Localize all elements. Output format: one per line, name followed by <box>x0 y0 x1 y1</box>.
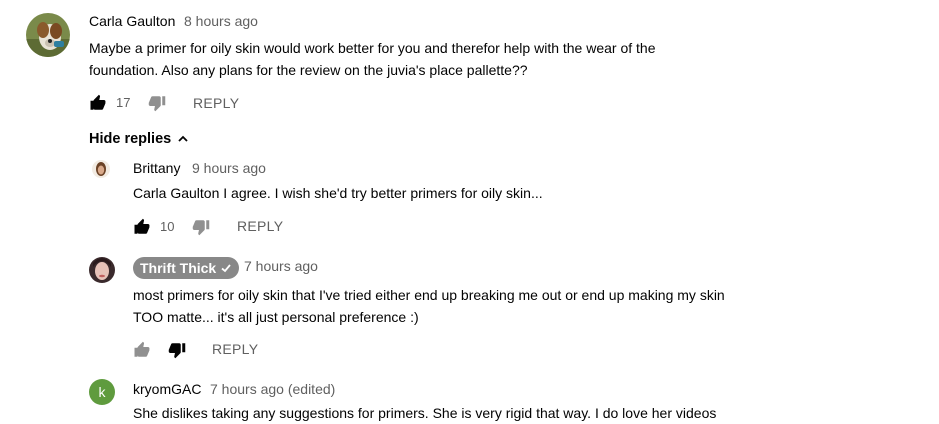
comment-timestamp[interactable]: 8 hours ago <box>184 13 258 29</box>
comment-text-line1: Maybe a primer for oily skin would work … <box>89 40 656 56</box>
reply-button[interactable]: REPLY <box>193 95 239 111</box>
reply-timestamp[interactable]: 7 hours ago <box>244 258 318 274</box>
like-count: 17 <box>116 95 131 110</box>
reply-timestamp[interactable]: 9 hours ago <box>192 160 266 176</box>
chevron-up-icon <box>178 135 188 142</box>
comment-text-line2: foundation. Also any plans for the revie… <box>89 62 528 78</box>
comment-author[interactable]: Carla Gaulton <box>89 13 175 29</box>
thumbs-up-icon[interactable] <box>89 94 107 112</box>
thumbs-up-icon[interactable] <box>133 341 151 359</box>
reply-text-line1: most primers for oily skin that I've tri… <box>133 287 725 303</box>
channel-owner-badge[interactable]: Thrift Thick <box>133 257 240 279</box>
like-count: 10 <box>160 219 175 234</box>
hide-replies-label: Hide replies <box>89 131 172 147</box>
avatar[interactable] <box>26 13 70 57</box>
hide-replies-button[interactable]: Hide replies <box>89 131 189 147</box>
avatar-letter: k <box>98 384 106 400</box>
reply-button[interactable]: REPLY <box>237 218 283 234</box>
avatar-photo-image <box>89 257 115 283</box>
thumbs-down-icon[interactable] <box>148 94 166 112</box>
reply-author[interactable]: Brittany <box>133 160 180 176</box>
reply-author: Thrift Thick <box>140 260 217 276</box>
reply-text: Carla Gaulton I agree. I wish she'd try … <box>133 185 543 201</box>
reply-text-line1: She dislikes taking any suggestions for … <box>133 405 717 421</box>
reply-avatar[interactable] <box>92 160 110 178</box>
reply-text-line2: TOO matte... it's all just personal pref… <box>133 309 419 325</box>
reply-button[interactable]: REPLY <box>212 341 258 357</box>
reply-avatar[interactable]: k <box>89 379 115 405</box>
avatar-dog-image <box>26 13 70 57</box>
reply-avatar[interactable] <box>89 257 115 283</box>
avatar-photo-image <box>92 160 110 178</box>
thumbs-up-icon[interactable] <box>133 218 151 236</box>
thumbs-down-icon[interactable] <box>168 341 186 359</box>
thumbs-down-icon[interactable] <box>192 218 210 236</box>
reply-author[interactable]: kryomGAC <box>133 381 201 397</box>
check-icon <box>221 264 231 273</box>
reply-timestamp[interactable]: 7 hours ago (edited) <box>210 381 335 397</box>
